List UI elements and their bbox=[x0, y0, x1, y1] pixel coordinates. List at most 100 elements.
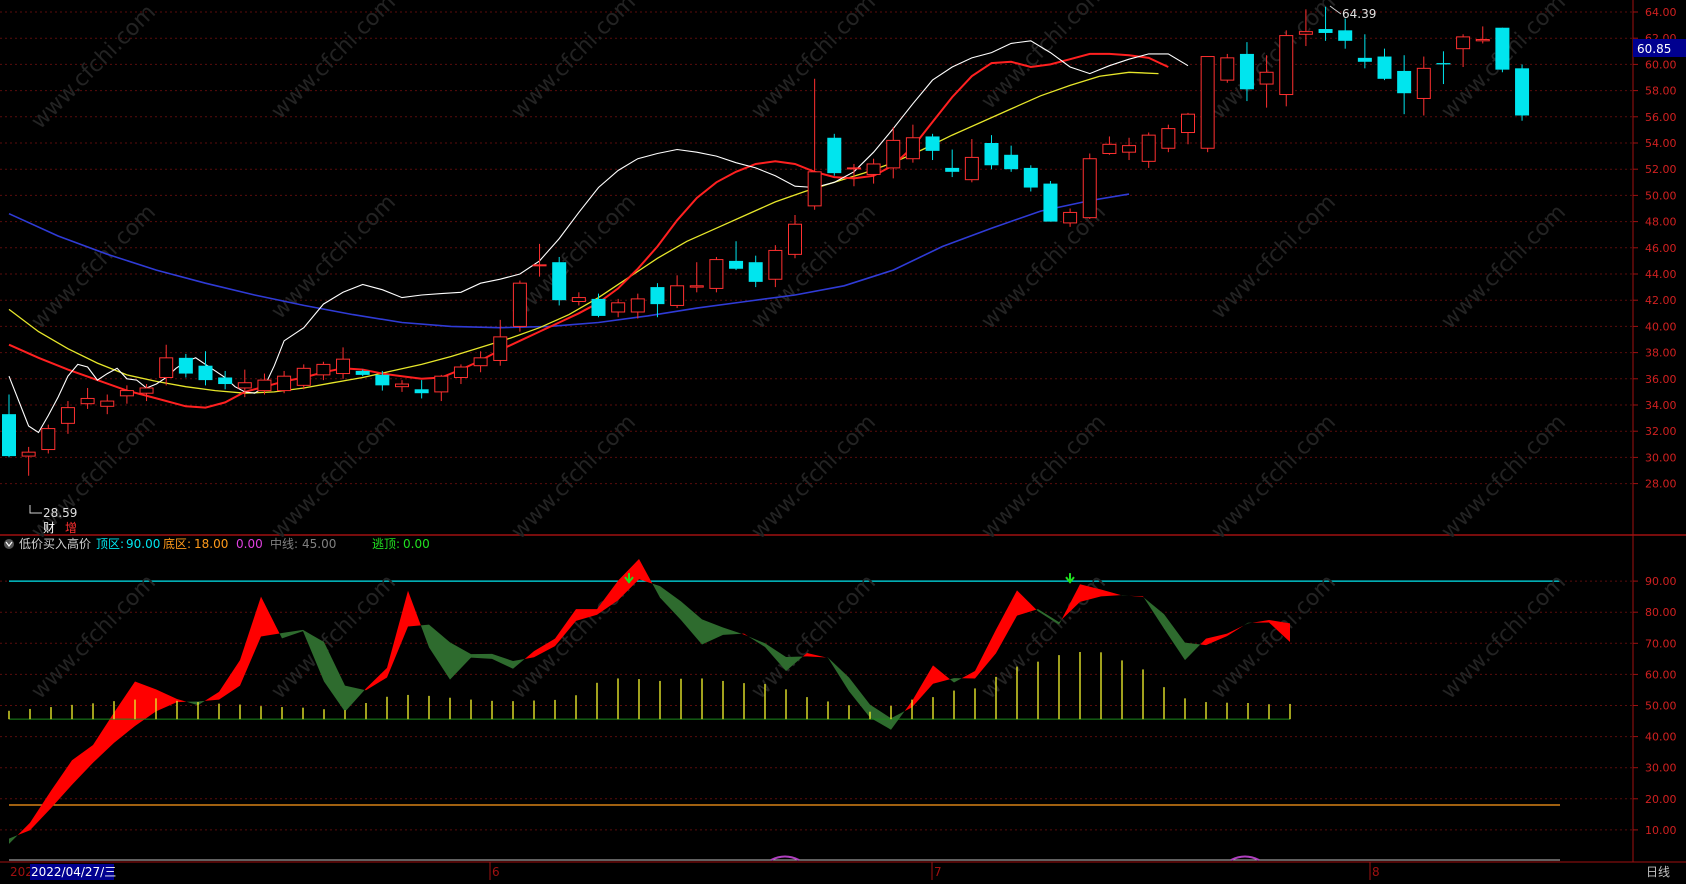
indicator-band-segment bbox=[18, 823, 30, 835]
indicator-band-segment bbox=[1200, 639, 1206, 646]
indicator-tick-label: 50.00 bbox=[1645, 700, 1677, 713]
price-tick-label: 42.00 bbox=[1645, 294, 1677, 307]
indicator-band-segment bbox=[198, 701, 205, 705]
bottom-zone-value: 18.00 bbox=[194, 537, 228, 551]
candle-body-down bbox=[1004, 155, 1018, 169]
candle-body-down bbox=[552, 262, 566, 300]
month-7: 7 bbox=[934, 865, 942, 879]
indicator-band-segment bbox=[681, 601, 702, 644]
candle-body-up bbox=[769, 250, 782, 279]
indicator-band-segment bbox=[1101, 589, 1121, 596]
indicator-volume-bars bbox=[9, 652, 1290, 719]
candle-body-down bbox=[375, 375, 389, 385]
watermark-text: www.cfchi.com bbox=[27, 200, 161, 334]
price-tick-label: 38.00 bbox=[1645, 347, 1677, 360]
watermark-text: www.cfchi.com bbox=[1207, 190, 1341, 324]
tag-cai: 财 bbox=[43, 521, 55, 535]
candle-body-up bbox=[238, 383, 251, 388]
indicator-band-segment bbox=[282, 630, 303, 638]
indicator-band-segment bbox=[1244, 623, 1248, 626]
candle-body-down bbox=[1515, 68, 1529, 115]
watermark-text: www.cfchi.com bbox=[1207, 410, 1341, 544]
mid-line-label: 中线: bbox=[270, 536, 298, 551]
month-8: 8 bbox=[1372, 865, 1380, 879]
escape-top-value: 0.00 bbox=[403, 537, 430, 551]
indicator-band-segment bbox=[1122, 595, 1129, 596]
indicator-tick-label: 80.00 bbox=[1645, 606, 1677, 619]
top-zone-label: 顶区: bbox=[96, 537, 124, 551]
bottom-zone-label: 底区: bbox=[163, 536, 191, 551]
indicator-band-segment bbox=[744, 634, 748, 637]
candle-body-down bbox=[1378, 57, 1392, 79]
indicator-band-segment bbox=[219, 660, 240, 699]
watermark-text: www.cfchi.com bbox=[1437, 410, 1571, 544]
candle-body-down bbox=[945, 168, 959, 172]
candle-body-up bbox=[533, 265, 546, 266]
candle-body-up bbox=[671, 286, 684, 306]
indicator-band-segment bbox=[261, 597, 280, 637]
tag-zeng: 增 bbox=[65, 521, 77, 535]
price-tick-label: 60.00 bbox=[1645, 58, 1677, 71]
indicator-band-segment bbox=[748, 636, 765, 647]
indicator-band-segment bbox=[660, 586, 681, 620]
candle-body-down bbox=[218, 377, 232, 384]
period-label[interactable]: 日线 bbox=[1646, 865, 1670, 879]
candle-body-down bbox=[1436, 63, 1450, 64]
candle-body-up bbox=[1123, 146, 1136, 153]
candle-body-up bbox=[337, 359, 350, 373]
indicator-band-segment bbox=[240, 597, 261, 686]
svg-text:低价买入高价 顶区: 90.00: 低价买入高价 顶区: 90.00 底区: 18.00 0.00 中线: 45.0… bbox=[19, 536, 430, 551]
candle-body-down bbox=[1319, 29, 1333, 33]
indicator-band-segment bbox=[366, 668, 387, 690]
candle-body-up bbox=[22, 452, 35, 456]
candle-body-up bbox=[474, 358, 487, 366]
candle-body-down bbox=[650, 287, 664, 304]
low-price-label: 28.59 bbox=[43, 506, 77, 520]
candle-body-up bbox=[1221, 58, 1234, 80]
indicator-band-segment bbox=[1129, 596, 1143, 597]
month-6: 6 bbox=[492, 865, 500, 879]
indicator-band-segment bbox=[280, 633, 282, 638]
candle-body-up bbox=[690, 286, 703, 287]
candle-body-down bbox=[985, 143, 999, 165]
candle-body-up bbox=[1083, 159, 1096, 218]
candle-body-up bbox=[494, 337, 507, 361]
indicator-band-segment bbox=[30, 791, 51, 830]
mid-line-value: 45.00 bbox=[302, 537, 336, 551]
candle-body-up bbox=[1201, 57, 1214, 149]
candle-body-up bbox=[1103, 144, 1116, 153]
indicator-band-segment bbox=[905, 701, 912, 711]
indicator-tick-label: 60.00 bbox=[1645, 668, 1677, 681]
candle-body-up bbox=[631, 299, 644, 312]
candle-body-up bbox=[1476, 40, 1489, 41]
indicator-band-segment bbox=[1036, 609, 1038, 611]
candle-body-up bbox=[572, 298, 585, 302]
candle-body-down bbox=[199, 366, 213, 380]
indicator-tick-label: 90.00 bbox=[1645, 575, 1677, 588]
candle-body-up bbox=[710, 260, 723, 289]
watermark-text: www.cfchi.com bbox=[507, 410, 641, 544]
candle-body-up bbox=[867, 164, 880, 174]
candle-body-up bbox=[789, 224, 802, 254]
collapse-icon[interactable] bbox=[4, 539, 14, 549]
candle-body-up bbox=[1299, 32, 1312, 35]
price-tick-label: 64.00 bbox=[1645, 6, 1677, 19]
candle-body-up bbox=[454, 367, 467, 377]
price-tick-label: 36.00 bbox=[1645, 373, 1677, 386]
candle-body-down bbox=[1240, 54, 1254, 89]
candle-body-up bbox=[906, 138, 919, 159]
candle-body-up bbox=[513, 283, 526, 326]
indicator-band-segment bbox=[933, 665, 950, 683]
cursor-date: 2022/04/27/三 bbox=[31, 865, 116, 879]
candle-body-down bbox=[179, 358, 193, 374]
candle-body-up bbox=[965, 157, 978, 179]
candle-body-up bbox=[81, 398, 94, 403]
candle-body-up bbox=[42, 429, 55, 450]
candle-body-up bbox=[808, 172, 821, 206]
candle-body-up bbox=[297, 368, 310, 385]
candle-body-up bbox=[847, 168, 860, 169]
price-axis: 28.0030.0032.0034.0036.0038.0040.0042.00… bbox=[1633, 6, 1677, 491]
watermark-text: www.cfchi.com bbox=[747, 410, 881, 544]
watermark-layer: www.cfchi.com www.cfchi.com www.cfchi.com w… bbox=[27, 0, 1571, 704]
candle-body-up bbox=[317, 364, 330, 374]
